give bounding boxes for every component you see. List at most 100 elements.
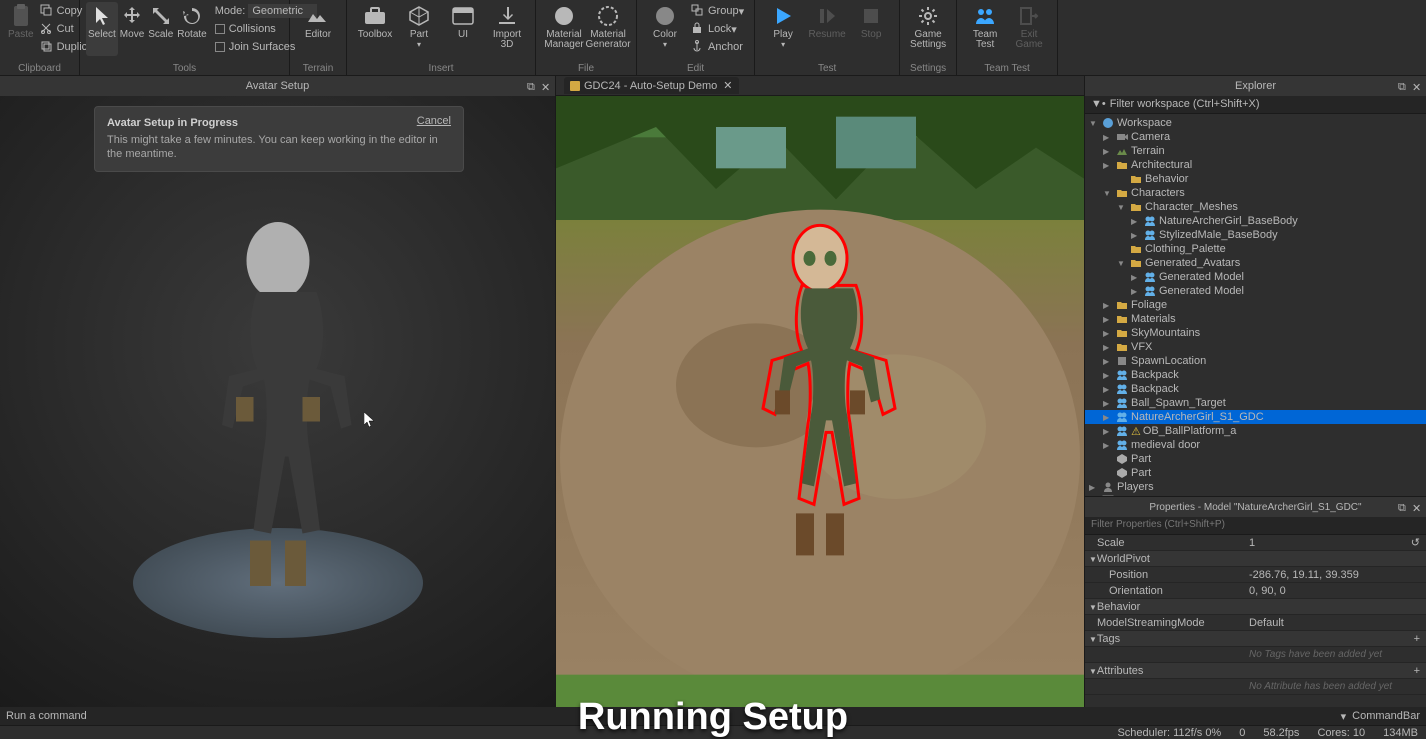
stop-button[interactable]: Stop bbox=[849, 2, 893, 52]
expand-arrow[interactable]: ▼ bbox=[1117, 259, 1127, 268]
property-value[interactable]: No Attribute has been added yet bbox=[1245, 681, 1426, 692]
tree-item[interactable]: ▶Backpack bbox=[1085, 368, 1426, 382]
tab-scene[interactable]: GDC24 - Auto-Setup Demo✕ bbox=[564, 77, 739, 94]
explorer-tree[interactable]: ▼Workspace▶Camera▶Terrain▶ArchitecturalB… bbox=[1085, 114, 1426, 496]
tree-item[interactable]: ▶Players bbox=[1085, 480, 1426, 494]
resume-button[interactable]: Resume bbox=[805, 2, 849, 52]
tree-item[interactable]: ▶Terrain bbox=[1085, 144, 1426, 158]
expand-arrow[interactable]: ▶ bbox=[1131, 231, 1141, 240]
expand-arrow[interactable]: ▶ bbox=[1103, 413, 1113, 422]
add-icon[interactable]: + bbox=[1414, 665, 1420, 677]
lock-button[interactable]: Lock ▾ bbox=[687, 20, 748, 38]
tree-item[interactable]: Part bbox=[1085, 452, 1426, 466]
tree-item[interactable]: ▶Ball_Spawn_Target bbox=[1085, 396, 1426, 410]
terrain-editor-button[interactable]: Editor bbox=[296, 2, 340, 42]
close-icon[interactable]: ✕ bbox=[541, 81, 551, 91]
scale-button[interactable]: Scale bbox=[146, 2, 175, 56]
tree-item[interactable]: Clothing_Palette bbox=[1085, 242, 1426, 256]
expand-arrow[interactable]: ▶ bbox=[1103, 427, 1113, 436]
tree-item[interactable]: Behavior bbox=[1085, 172, 1426, 186]
expand-arrow[interactable]: ▶ bbox=[1103, 147, 1113, 156]
property-row[interactable]: Orientation0, 90, 0 bbox=[1085, 583, 1426, 599]
tree-item[interactable]: ▼Generated_Avatars bbox=[1085, 256, 1426, 270]
tree-item[interactable]: ▼Characters bbox=[1085, 186, 1426, 200]
import-3d-button[interactable]: Import 3D bbox=[485, 2, 529, 52]
part-button[interactable]: Part▾ bbox=[397, 2, 441, 52]
expand-arrow[interactable]: ▶ bbox=[1103, 301, 1113, 310]
tree-item[interactable]: ▶Backpack bbox=[1085, 382, 1426, 396]
tree-item[interactable]: ▶Materials bbox=[1085, 312, 1426, 326]
game-settings-button[interactable]: Game Settings bbox=[906, 2, 950, 52]
tree-item[interactable]: ▼Workspace bbox=[1085, 116, 1426, 130]
close-icon[interactable]: ✕ bbox=[1412, 502, 1422, 512]
color-button[interactable]: Color▾ bbox=[643, 2, 687, 56]
tree-item[interactable]: ▶⚠OB_BallPlatform_a bbox=[1085, 424, 1426, 438]
expand-arrow[interactable]: ▼ bbox=[1103, 189, 1113, 198]
play-button[interactable]: Play▾ bbox=[761, 2, 805, 52]
property-value[interactable]: Default bbox=[1245, 617, 1426, 629]
tree-item[interactable]: ▶Camera bbox=[1085, 130, 1426, 144]
expand-arrow[interactable]: ▶ bbox=[1103, 441, 1113, 450]
group-button[interactable]: Group ▾ bbox=[687, 2, 748, 20]
property-section[interactable]: ▼Behavior bbox=[1085, 599, 1426, 615]
tree-item[interactable]: ▶NatureArcherGirl_BaseBody bbox=[1085, 214, 1426, 228]
cancel-button[interactable]: Cancel bbox=[417, 115, 451, 127]
expand-arrow[interactable]: ▶ bbox=[1131, 217, 1141, 226]
tree-item[interactable]: ▶NatureArcherGirl_S1_GDC bbox=[1085, 410, 1426, 424]
expand-arrow[interactable]: ▶ bbox=[1089, 483, 1099, 492]
expand-arrow[interactable]: ▶ bbox=[1103, 371, 1113, 380]
expand-arrow[interactable]: ▶ bbox=[1103, 315, 1113, 324]
tree-item[interactable]: Part bbox=[1085, 466, 1426, 480]
popout-icon[interactable]: ⧉ bbox=[1398, 502, 1408, 512]
property-value[interactable]: 1 bbox=[1245, 537, 1411, 549]
property-row[interactable]: ModelStreamingModeDefault bbox=[1085, 615, 1426, 631]
tree-item[interactable]: ▶medieval door bbox=[1085, 438, 1426, 452]
material-generator-button[interactable]: Material Generator bbox=[586, 2, 630, 52]
reset-icon[interactable]: ↺ bbox=[1411, 536, 1420, 549]
popout-icon[interactable]: ⧉ bbox=[1398, 81, 1408, 91]
property-row[interactable]: Position-286.76, 19.11, 39.359 bbox=[1085, 567, 1426, 583]
tree-item[interactable]: ▶Generated Model bbox=[1085, 284, 1426, 298]
expand-arrow[interactable]: ▶ bbox=[1103, 161, 1113, 170]
expand-arrow[interactable]: ▶ bbox=[1103, 357, 1113, 366]
rotate-button[interactable]: Rotate bbox=[175, 2, 208, 56]
property-row[interactable]: No Attribute has been added yet bbox=[1085, 679, 1426, 695]
expand-arrow[interactable]: ▶ bbox=[1103, 343, 1113, 352]
property-section[interactable]: ▼Tags+ bbox=[1085, 631, 1426, 647]
anchor-button[interactable]: Anchor bbox=[687, 38, 748, 56]
property-row[interactable]: No Tags have been added yet bbox=[1085, 647, 1426, 663]
property-row[interactable]: Scale1↺ bbox=[1085, 535, 1426, 551]
property-value[interactable]: 0, 90, 0 bbox=[1245, 585, 1426, 597]
close-icon[interactable]: ✕ bbox=[723, 79, 732, 92]
expand-arrow[interactable]: ▶ bbox=[1131, 273, 1141, 282]
expand-arrow[interactable]: ▶ bbox=[1103, 399, 1113, 408]
select-button[interactable]: Select bbox=[86, 2, 118, 56]
tree-item[interactable]: ▶Architectural bbox=[1085, 158, 1426, 172]
avatar-viewport[interactable]: Avatar Setup in Progress Cancel This mig… bbox=[0, 96, 555, 716]
material-manager-button[interactable]: Material Manager bbox=[542, 2, 586, 52]
tree-item[interactable]: ▶Foliage bbox=[1085, 298, 1426, 312]
tree-item[interactable]: ▶SkyMountains bbox=[1085, 326, 1426, 340]
move-button[interactable]: Move bbox=[118, 2, 146, 56]
popout-icon[interactable]: ⧉ bbox=[527, 81, 537, 91]
tree-item[interactable]: ▶Generated Model bbox=[1085, 270, 1426, 284]
tree-item[interactable]: ▶StylizedMale_BaseBody bbox=[1085, 228, 1426, 242]
explorer-filter[interactable]: ▼•Filter workspace (Ctrl+Shift+X) bbox=[1085, 96, 1426, 114]
team-test-button[interactable]: Team Test bbox=[963, 2, 1007, 52]
property-section[interactable]: ▼Attributes+ bbox=[1085, 663, 1426, 679]
toolbox-button[interactable]: Toolbox bbox=[353, 2, 397, 52]
scene-viewport[interactable] bbox=[556, 96, 1084, 716]
expand-arrow[interactable]: ▶ bbox=[1103, 133, 1113, 142]
exit-game-button[interactable]: Exit Game bbox=[1007, 2, 1051, 52]
tree-item[interactable]: ▼Character_Meshes bbox=[1085, 200, 1426, 214]
properties-filter[interactable]: Filter Properties (Ctrl+Shift+P) bbox=[1085, 517, 1426, 535]
add-icon[interactable]: + bbox=[1414, 633, 1420, 645]
property-value[interactable]: -286.76, 19.11, 39.359 bbox=[1245, 569, 1426, 581]
expand-arrow[interactable]: ▼ bbox=[1089, 119, 1099, 128]
expand-arrow[interactable]: ▶ bbox=[1103, 329, 1113, 338]
property-value[interactable]: No Tags have been added yet bbox=[1245, 649, 1426, 660]
expand-arrow[interactable]: ▶ bbox=[1103, 385, 1113, 394]
expand-arrow[interactable]: ▶ bbox=[1131, 287, 1141, 296]
ui-button[interactable]: UI bbox=[441, 2, 485, 52]
paste-button[interactable]: Paste bbox=[6, 2, 36, 58]
